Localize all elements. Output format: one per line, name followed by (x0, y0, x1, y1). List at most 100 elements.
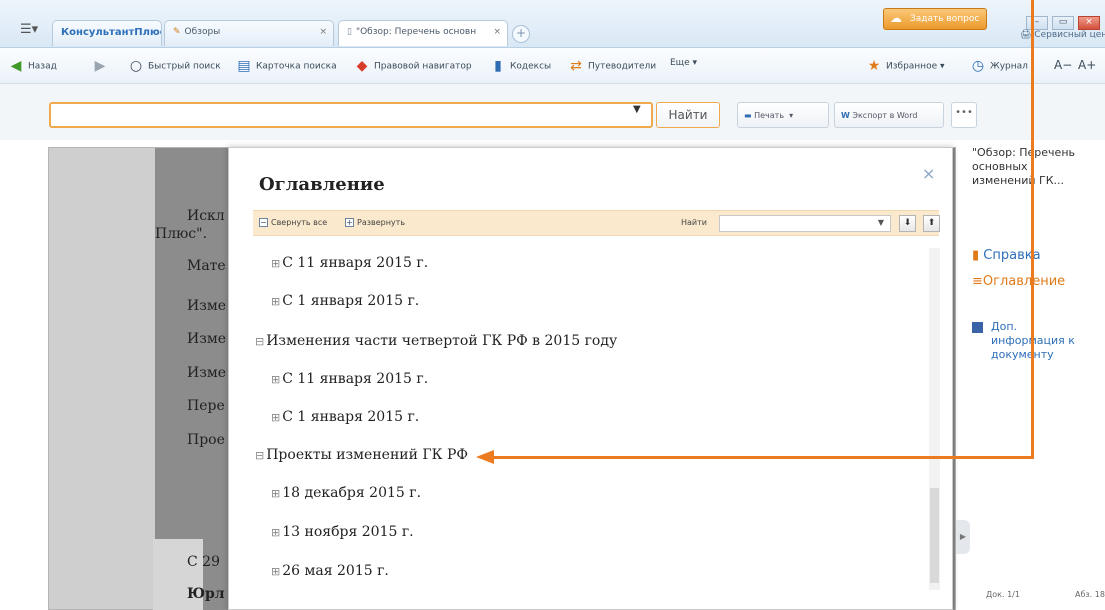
toc-dialog: Оглавление × − Свернуть все + Развернуть Н… (228, 147, 953, 610)
expand-icon[interactable]: ⊞ (271, 295, 280, 308)
expand-icon[interactable]: ⊞ (271, 526, 280, 539)
toc-item[interactable]: ⊞ С 11 января 2015 г. (271, 255, 428, 271)
chevron-down-icon[interactable]: ▼ (633, 104, 641, 115)
print-button[interactable]: ▬ Печать ▾ (737, 102, 829, 128)
document-title[interactable]: "Обзор: Перечень основных изменений ГК..… (972, 146, 1082, 188)
more-menu-button[interactable]: Еще ▾ (670, 58, 697, 68)
search-card-label: Карточка поиска (256, 61, 337, 72)
prev-result-button[interactable]: ⬆ (923, 215, 940, 232)
chevron-down-icon[interactable]: ▼ (878, 218, 884, 227)
search-input[interactable] (49, 102, 653, 128)
chat-icon: ☁ (890, 11, 902, 25)
toc-item[interactable]: ⊞ 26 мая 2015 г. (271, 563, 389, 579)
quick-search-label: Быстрый поиск (148, 61, 221, 72)
forward-button[interactable]: ▶ (92, 58, 112, 74)
arrow-left-icon: ◀ (10, 58, 22, 74)
toc-title: Оглавление (259, 174, 385, 195)
card-search-icon: ▤ (237, 58, 251, 74)
font-decrease-button[interactable]: A− (1054, 58, 1072, 72)
tab-document[interactable]: ▯ "Обзор: Перечень основн × (338, 20, 508, 46)
collapse-all-button[interactable]: − Свернуть все (259, 218, 327, 227)
doc-text: Изме (187, 365, 227, 381)
contents-link[interactable]: ≡Оглавление (972, 274, 1065, 289)
toc-toolbar: − Свернуть все + Развернуть Найти ▼ ⬇ ⬆ (253, 210, 940, 236)
paragraph-counter: Абз. 18 (1075, 590, 1105, 599)
collapse-icon[interactable]: ⊟ (255, 335, 264, 348)
service-center-label: Сервисный центр (1034, 30, 1105, 40)
maximize-button[interactable]: ▭ (1052, 16, 1074, 30)
toc-item[interactable]: ⊞ 13 ноября 2015 г. (271, 524, 414, 540)
doc-text: Мате (187, 258, 226, 274)
doc-text: С 29 (187, 554, 220, 570)
collapse-icon[interactable]: ⊟ (255, 449, 264, 462)
toc-item-text: С 1 января 2015 г. (282, 409, 420, 425)
contents-label: Оглавление (982, 274, 1066, 289)
export-word-button[interactable]: W Экспорт в Word (834, 102, 944, 128)
search-card-button[interactable]: ▤ Карточка поиска (236, 58, 337, 74)
expand-icon[interactable]: ⊞ (271, 487, 280, 500)
arrow-right-icon: ▶ (94, 58, 106, 74)
toc-item[interactable]: ⊟ Изменения части четвертой ГК РФ в 2015 … (255, 333, 617, 349)
close-tab-icon[interactable]: × (493, 27, 501, 37)
info-icon (972, 322, 983, 333)
printer-icon: ▬ (744, 111, 752, 120)
close-tab-icon[interactable]: × (319, 27, 327, 37)
toc-item-text: 13 ноября 2015 г. (282, 524, 414, 540)
ask-question-button[interactable]: ☁ Задать вопрос (883, 8, 987, 30)
tab-label: Обзоры (184, 27, 221, 37)
tab-home[interactable]: КонсультантПлюс (52, 20, 162, 46)
minimize-button[interactable]: – (1026, 16, 1048, 30)
toc-item[interactable]: ⊞ С 1 января 2015 г. (271, 293, 419, 309)
journal-button[interactable]: ◷ Журнал (970, 58, 1028, 74)
toc-item[interactable]: ⊟ Проекты изменений ГК РФ (255, 447, 468, 463)
menu-icon[interactable]: ☰▾ (20, 22, 38, 37)
signpost-icon: ⇄ (570, 58, 582, 74)
doc-text: Изме (187, 331, 227, 347)
toc-item[interactable]: ⊞ С 1 января 2015 г. (271, 409, 419, 425)
more-actions-button[interactable]: ••• (951, 102, 977, 128)
toc-item-text: 26 мая 2015 г. (282, 563, 389, 579)
document-icon: ▯ (347, 27, 352, 37)
expand-all-button[interactable]: + Развернуть (345, 218, 405, 227)
close-icon[interactable]: × (922, 164, 935, 183)
annotation-arrowhead (476, 450, 494, 464)
close-window-button[interactable]: × (1078, 16, 1100, 30)
main-toolbar: ◀ Назад ▶ ○ Быстрый поиск ▤ Карточка поиска… (0, 48, 1105, 84)
book-icon: ▮ (494, 58, 502, 74)
more-label: Еще ▾ (670, 58, 698, 68)
new-tab-button[interactable]: + (512, 25, 530, 43)
tab-reviews[interactable]: ✎ Обзоры × (164, 20, 334, 46)
toc-search-input[interactable]: ▼ (719, 215, 891, 232)
scrollbar-thumb[interactable] (930, 488, 939, 583)
toc-item-text: Изменения части четвертой ГК РФ в 2015 г… (266, 333, 618, 349)
star-icon: ★ (867, 58, 881, 74)
clock-icon: ◷ (971, 58, 985, 74)
favorites-button[interactable]: ★ Избранное ▾ (866, 58, 945, 74)
word-icon: W (841, 111, 850, 120)
bookmark-icon: ▮ (972, 248, 980, 263)
toc-item-text: С 1 января 2015 г. (282, 293, 420, 309)
expand-icon[interactable]: ⊞ (271, 565, 280, 578)
codes-button[interactable]: ▮ Кодексы (490, 58, 551, 74)
collapse-all-label: Свернуть все (271, 218, 328, 227)
back-button[interactable]: ◀ Назад (8, 58, 57, 74)
expand-icon[interactable]: ⊞ (271, 257, 280, 270)
font-increase-button[interactable]: A+ (1078, 58, 1096, 72)
panel-toggle-button[interactable]: ▶ (956, 520, 970, 554)
guides-button[interactable]: ⇄ Путеводители (568, 58, 656, 74)
find-button[interactable]: Найти (656, 102, 720, 128)
next-result-button[interactable]: ⬇ (899, 215, 916, 232)
minus-box-icon: − (259, 218, 268, 227)
expand-icon[interactable]: ⊞ (271, 411, 280, 424)
toc-item[interactable]: ⊞ 18 декабря 2015 г. (271, 485, 421, 501)
navigator-icon: ◆ (356, 58, 368, 74)
toc-item-text: С 11 января 2015 г. (282, 371, 429, 387)
toc-item-text: Проекты изменений ГК РФ (266, 447, 468, 463)
pencil-icon: ✎ (173, 27, 181, 37)
quick-search-button[interactable]: ○ Быстрый поиск (128, 58, 221, 74)
journal-label: Журнал (990, 61, 1028, 72)
doc-counter: Док. 1/1 (986, 590, 1020, 599)
legal-navigator-button[interactable]: ◆ Правовой навигатор (354, 58, 472, 74)
expand-icon[interactable]: ⊞ (271, 373, 280, 386)
toc-item[interactable]: ⊞ С 11 января 2015 г. (271, 371, 428, 387)
